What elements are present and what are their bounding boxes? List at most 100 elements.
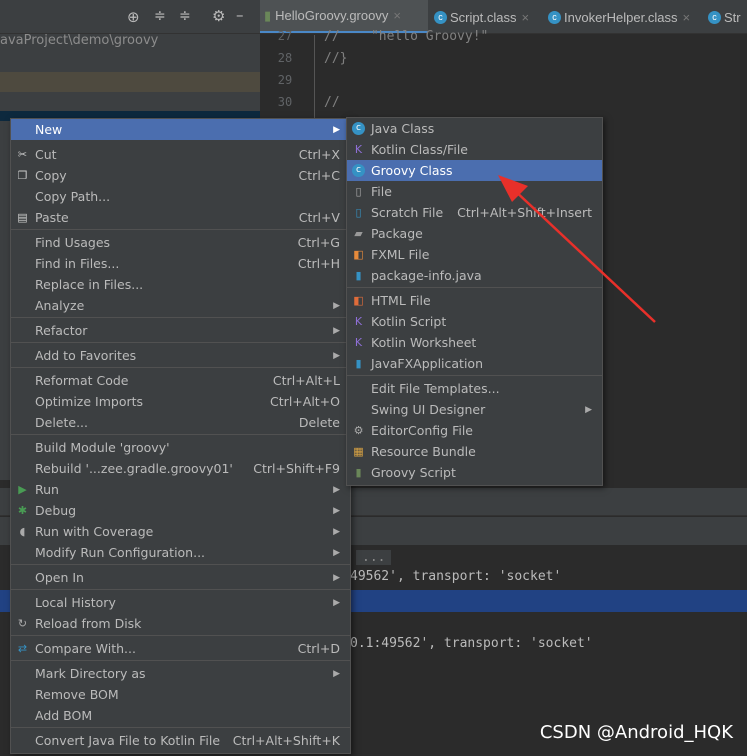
- chevron-right-icon: ▶: [333, 526, 340, 537]
- tab-invokerhelper[interactable]: c InvokerHelper.class ×: [544, 0, 702, 33]
- menu-item-replace-in-files[interactable]: Replace in Files...: [11, 274, 350, 295]
- menu-item-add-bom[interactable]: Add BOM: [11, 705, 350, 726]
- menu-item-label: Local History: [35, 595, 116, 610]
- menu-item-copy-path[interactable]: Copy Path...: [11, 186, 350, 207]
- gear-icon[interactable]: ⚙: [212, 7, 225, 25]
- menu-item-label: Optimize Imports: [35, 394, 144, 409]
- menu-item-label: Copy: [35, 168, 67, 183]
- menu-item-debug[interactable]: ✱ Debug ▶: [11, 500, 350, 521]
- menu-item-resource-bundle[interactable]: ▦ Resource Bundle: [347, 441, 602, 462]
- menu-item-kotlin-class-file[interactable]: K Kotlin Class/File: [347, 139, 602, 160]
- tab-str[interactable]: c Str: [704, 0, 747, 33]
- class-icon: c: [548, 10, 561, 24]
- shortcut-label: Ctrl+Alt+L: [272, 373, 340, 388]
- fxml-icon: ◧: [353, 248, 364, 261]
- scratch-file-icon: ▯: [355, 206, 362, 219]
- debug-icon: ✱: [17, 504, 28, 517]
- menu-item-kotlin-worksheet[interactable]: K Kotlin Worksheet: [347, 332, 602, 353]
- close-icon[interactable]: ×: [521, 10, 529, 25]
- menu-item-label: EditorConfig File: [371, 423, 473, 438]
- menu-item-label: File: [371, 184, 392, 199]
- menu-item-label: package-info.java: [371, 268, 482, 283]
- context-menu: New ▶ ✂ Cut Ctrl+X ❐ Copy Ctrl+C Copy Path... ▤ Pa…: [10, 118, 351, 754]
- menu-item-label: Copy Path...: [35, 189, 111, 204]
- menu-item-new[interactable]: New ▶: [11, 119, 350, 140]
- menu-item-label: Kotlin Class/File: [371, 142, 468, 157]
- expand-all-icon[interactable]: ≑: [154, 8, 166, 24]
- java-file-icon: ▮: [355, 269, 362, 282]
- menu-item-compare-with[interactable]: ⇄ Compare With... Ctrl+D: [11, 638, 350, 659]
- menu-item-label: Modify Run Configuration...: [35, 545, 206, 560]
- menu-item-java-class[interactable]: c Java Class: [347, 118, 602, 139]
- menu-item-copy[interactable]: ❐ Copy Ctrl+C: [11, 165, 350, 186]
- chevron-right-icon: ▶: [585, 404, 592, 415]
- menu-item-find-usages[interactable]: Find Usages Ctrl+G: [11, 232, 350, 253]
- menu-item-run-with-coverage[interactable]: ◖ Run with Coverage ▶: [11, 521, 350, 542]
- tab-label: HelloGroovy.groovy: [275, 8, 389, 23]
- menu-item-label: Run with Coverage: [35, 524, 154, 539]
- menu-item-label: Groovy Script: [371, 465, 456, 480]
- menu-item-label: FXML File: [371, 247, 430, 262]
- menu-item-label: Reload from Disk: [35, 616, 142, 631]
- menu-item-mark-directory-as[interactable]: Mark Directory as ▶: [11, 663, 350, 684]
- menu-item-modify-run-configuration[interactable]: Modify Run Configuration... ▶: [11, 542, 350, 563]
- tab-label: Script.class: [450, 9, 517, 25]
- console-line: 0.1:49562', transport: 'socket': [350, 636, 593, 651]
- close-icon[interactable]: ×: [682, 10, 690, 25]
- menu-item-reformat-code[interactable]: Reformat Code Ctrl+Alt+L: [11, 370, 350, 391]
- menu-item-rebuild-zee-gradle-groovy01[interactable]: Rebuild '...zee.gradle.groovy01' Ctrl+Shi…: [11, 458, 350, 479]
- menu-item-javafxapplication[interactable]: ▮ JavaFXApplication: [347, 353, 602, 374]
- menu-item-groovy-script[interactable]: ▮ Groovy Script: [347, 462, 602, 483]
- menu-item-remove-bom[interactable]: Remove BOM: [11, 684, 350, 705]
- minimize-icon[interactable]: –: [236, 6, 244, 24]
- menu-item-label: Analyze: [35, 298, 85, 313]
- collapse-all-icon[interactable]: ≑: [179, 8, 191, 24]
- menu-item-label: Add BOM: [35, 708, 93, 723]
- project-toolbar: ⊕ ≑ ≑ ⚙ –: [0, 0, 260, 34]
- menu-item-reload-from-disk[interactable]: ↻ Reload from Disk: [11, 613, 350, 634]
- menu-item-analyze[interactable]: Analyze ▶: [11, 295, 350, 316]
- menu-item-find-in-files[interactable]: Find in Files... Ctrl+H: [11, 253, 350, 274]
- shortcut-label: Ctrl+G: [297, 235, 340, 250]
- scissors-icon: ✂: [17, 148, 28, 161]
- menu-item-label: Compare With...: [35, 641, 136, 656]
- menu-item-local-history[interactable]: Local History ▶: [11, 592, 350, 613]
- annotation-arrow: [498, 175, 656, 323]
- console-fold[interactable]: ...: [356, 550, 392, 565]
- chevron-right-icon: ▶: [333, 300, 340, 311]
- kotlin-worksheet-icon: K: [354, 336, 363, 349]
- console-line: 49562', transport: 'socket': [350, 569, 562, 584]
- shortcut-label: Ctrl+X: [298, 147, 340, 162]
- chevron-right-icon: ▶: [333, 597, 340, 608]
- menu-item-editorconfig-file[interactable]: ⚙ EditorConfig File: [347, 420, 602, 441]
- menu-item-label: Resource Bundle: [371, 444, 476, 459]
- chevron-right-icon: ▶: [333, 668, 340, 679]
- shortcut-label: Ctrl+C: [298, 168, 340, 183]
- menu-item-label: JavaFXApplication: [371, 356, 483, 371]
- menu-item-delete[interactable]: Delete... Delete: [11, 412, 350, 433]
- shortcut-label: Ctrl+Alt+O: [270, 394, 340, 409]
- menu-item-cut[interactable]: ✂ Cut Ctrl+X: [11, 144, 350, 165]
- menu-item-label: Delete...: [35, 415, 88, 430]
- menu-item-optimize-imports[interactable]: Optimize Imports Ctrl+Alt+O: [11, 391, 350, 412]
- menu-item-run[interactable]: ▶ Run ▶: [11, 479, 350, 500]
- menu-item-refactor[interactable]: Refactor ▶: [11, 320, 350, 341]
- menu-item-build-module-groovy[interactable]: Build Module 'groovy': [11, 437, 350, 458]
- class-icon: c: [434, 10, 447, 24]
- locate-icon[interactable]: ⊕: [127, 8, 140, 26]
- html-icon: ◧: [353, 294, 364, 307]
- groovy-class-icon: c: [352, 164, 365, 177]
- menu-item-add-to-favorites[interactable]: Add to Favorites ▶: [11, 345, 350, 366]
- close-icon[interactable]: ×: [393, 8, 401, 23]
- menu-item-edit-file-templates[interactable]: Edit File Templates...: [347, 378, 602, 399]
- package-icon: ▰: [354, 227, 363, 240]
- reload-icon: ↻: [17, 617, 28, 630]
- javafx-icon: ▮: [355, 357, 362, 370]
- menu-item-paste[interactable]: ▤ Paste Ctrl+V: [11, 207, 350, 228]
- menu-item-label: Edit File Templates...: [371, 381, 500, 396]
- menu-item-convert-java-file-to-kotlin-file[interactable]: Convert Java File to Kotlin File Ctrl+Alt…: [11, 730, 350, 751]
- arrow-shaft: [511, 187, 656, 323]
- menu-item-open-in[interactable]: Open In ▶: [11, 567, 350, 588]
- menu-item-swing-ui-designer[interactable]: Swing UI Designer ▶: [347, 399, 602, 420]
- line-number: 30: [277, 95, 293, 109]
